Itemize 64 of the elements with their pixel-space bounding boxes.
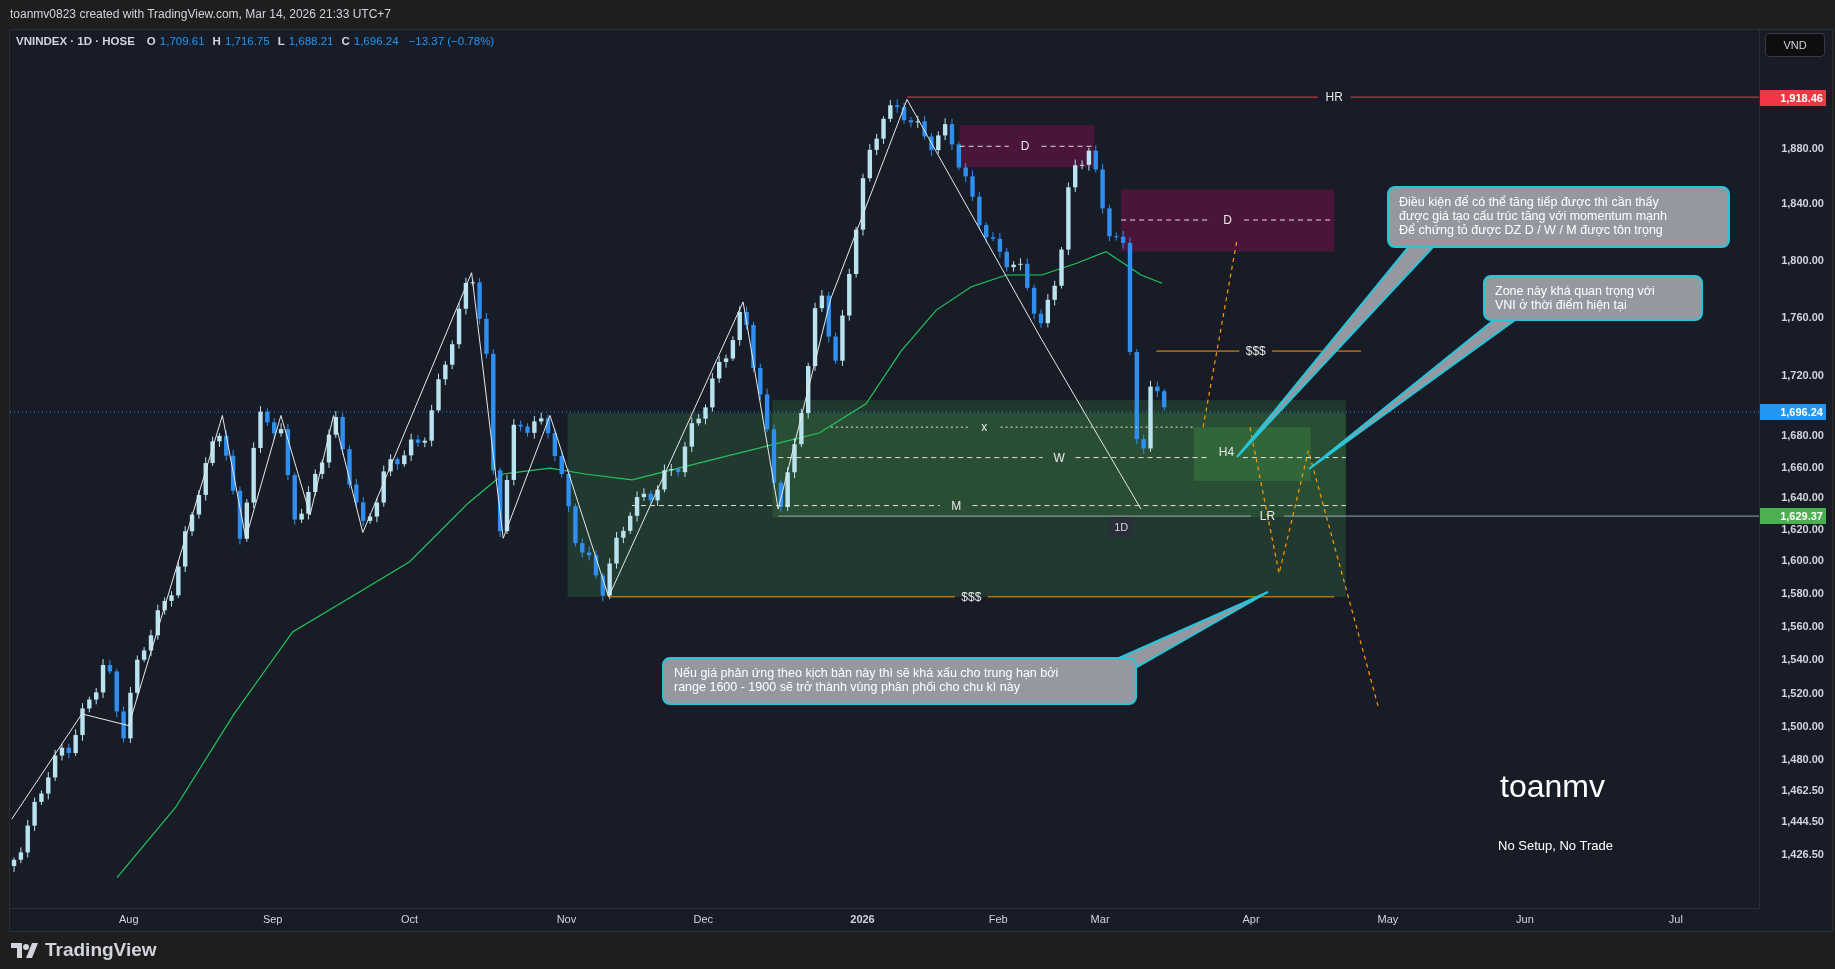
- level-label: D: [1020, 139, 1030, 153]
- level-label: H4: [1218, 444, 1235, 459]
- time-tick: Mar: [1090, 912, 1110, 925]
- signature-text: toanmv: [1500, 767, 1605, 804]
- price-tick: 1,580.00: [1781, 586, 1824, 601]
- price-tick: 1,540.00: [1781, 651, 1824, 666]
- time-tick: Aug: [118, 912, 139, 925]
- time-tick: May: [1377, 912, 1399, 925]
- time-tick: Apr: [1242, 912, 1260, 925]
- level-label: LR: [1259, 508, 1276, 523]
- ohlc-value: 1,716.75: [224, 34, 270, 47]
- time-tick: Feb: [988, 912, 1008, 925]
- time-tick: Dec: [693, 912, 714, 925]
- ohlc-value: 1,696.24: [353, 34, 399, 47]
- currency-button[interactable]: VND: [1765, 32, 1825, 57]
- price-tick: 1,640.00: [1781, 490, 1824, 505]
- price-tick: 1,520.00: [1781, 685, 1824, 700]
- ohlc-value: 1,688.21: [288, 34, 334, 47]
- time-tick: Sep: [262, 912, 283, 925]
- level-label: D: [1223, 212, 1232, 227]
- ohlc-value: 1,709.61: [159, 34, 205, 47]
- level-label: W: [1053, 450, 1065, 465]
- brand-logo-icon: [11, 942, 39, 958]
- price-tick: 1,444.50: [1781, 814, 1824, 829]
- level-label: $$$: [1245, 343, 1266, 358]
- callout-note: Zone này khá quan trọng với VNI ở thời điểm hiện tại: [1483, 274, 1703, 321]
- snapshot-caption: toanmv0823 created with TradingView.com, Mar 14, 2026 21:33 UTC+7: [10, 7, 391, 22]
- price-badge: 1,629.37: [1760, 507, 1826, 524]
- price-tick: 1,760.00: [1781, 309, 1824, 324]
- price-tick: 1,426.50: [1781, 847, 1824, 861]
- price-badge: 1,696.24: [1760, 403, 1826, 420]
- time-tick: 2026: [850, 912, 875, 925]
- callout-note: Nếu giá phản ứng theo kịch bản này thì sẽ khá xấu cho trung hạn bởi range 1600 - 1900 sẽ trở thành vùng phân phối cho chu kì này: [662, 656, 1137, 705]
- price-tick: 1,880.00: [1781, 141, 1824, 156]
- time-tick: Nov: [556, 912, 577, 925]
- price-tick: 1,660.00: [1781, 459, 1824, 474]
- price-tick: 1,600.00: [1781, 553, 1824, 568]
- price-badge: 1,918.46: [1760, 90, 1826, 106]
- ohlc-key: C: [341, 34, 350, 47]
- ohlc-key: O: [146, 34, 156, 47]
- symbol-title: VNINDEX · 1D · HOSE: [16, 34, 135, 47]
- price-tick: 1,462.50: [1781, 782, 1824, 797]
- level-label: HR: [1325, 89, 1343, 104]
- price-tick: 1,800.00: [1781, 252, 1824, 267]
- price-tick: 1,720.00: [1781, 368, 1824, 383]
- timeframe-tag: 1D: [1109, 516, 1134, 537]
- level-label: M: [951, 498, 962, 513]
- price-change: −13.37 (−0.78%): [408, 34, 495, 47]
- ohlc-key: H: [212, 34, 221, 47]
- level-label: x: [981, 419, 988, 434]
- time-tick: Oct: [401, 912, 419, 925]
- price-tick: 1,840.00: [1781, 196, 1824, 211]
- time-tick: Jul: [1668, 912, 1683, 925]
- tagline-text: No Setup, No Trade: [1498, 837, 1613, 853]
- price-tick: 1,500.00: [1781, 719, 1824, 734]
- price-tick: 1,680.00: [1781, 428, 1824, 443]
- ohlc-key: L: [277, 34, 285, 47]
- price-tick: 1,620.00: [1781, 522, 1824, 536]
- time-tick: Jun: [1516, 912, 1534, 925]
- price-tick: 1,560.00: [1781, 618, 1824, 633]
- price-tick: 1,480.00: [1781, 752, 1824, 767]
- brand-name: TradingView: [45, 939, 157, 962]
- level-label: $$$: [961, 589, 982, 604]
- callout-note: Điều kiện để có thể tăng tiếp được thì cần thấy được giá tạo cấu trúc tăng với momentum mạnh Để chứng tỏ được DZ D / W / M được tôn trọng: [1387, 185, 1730, 248]
